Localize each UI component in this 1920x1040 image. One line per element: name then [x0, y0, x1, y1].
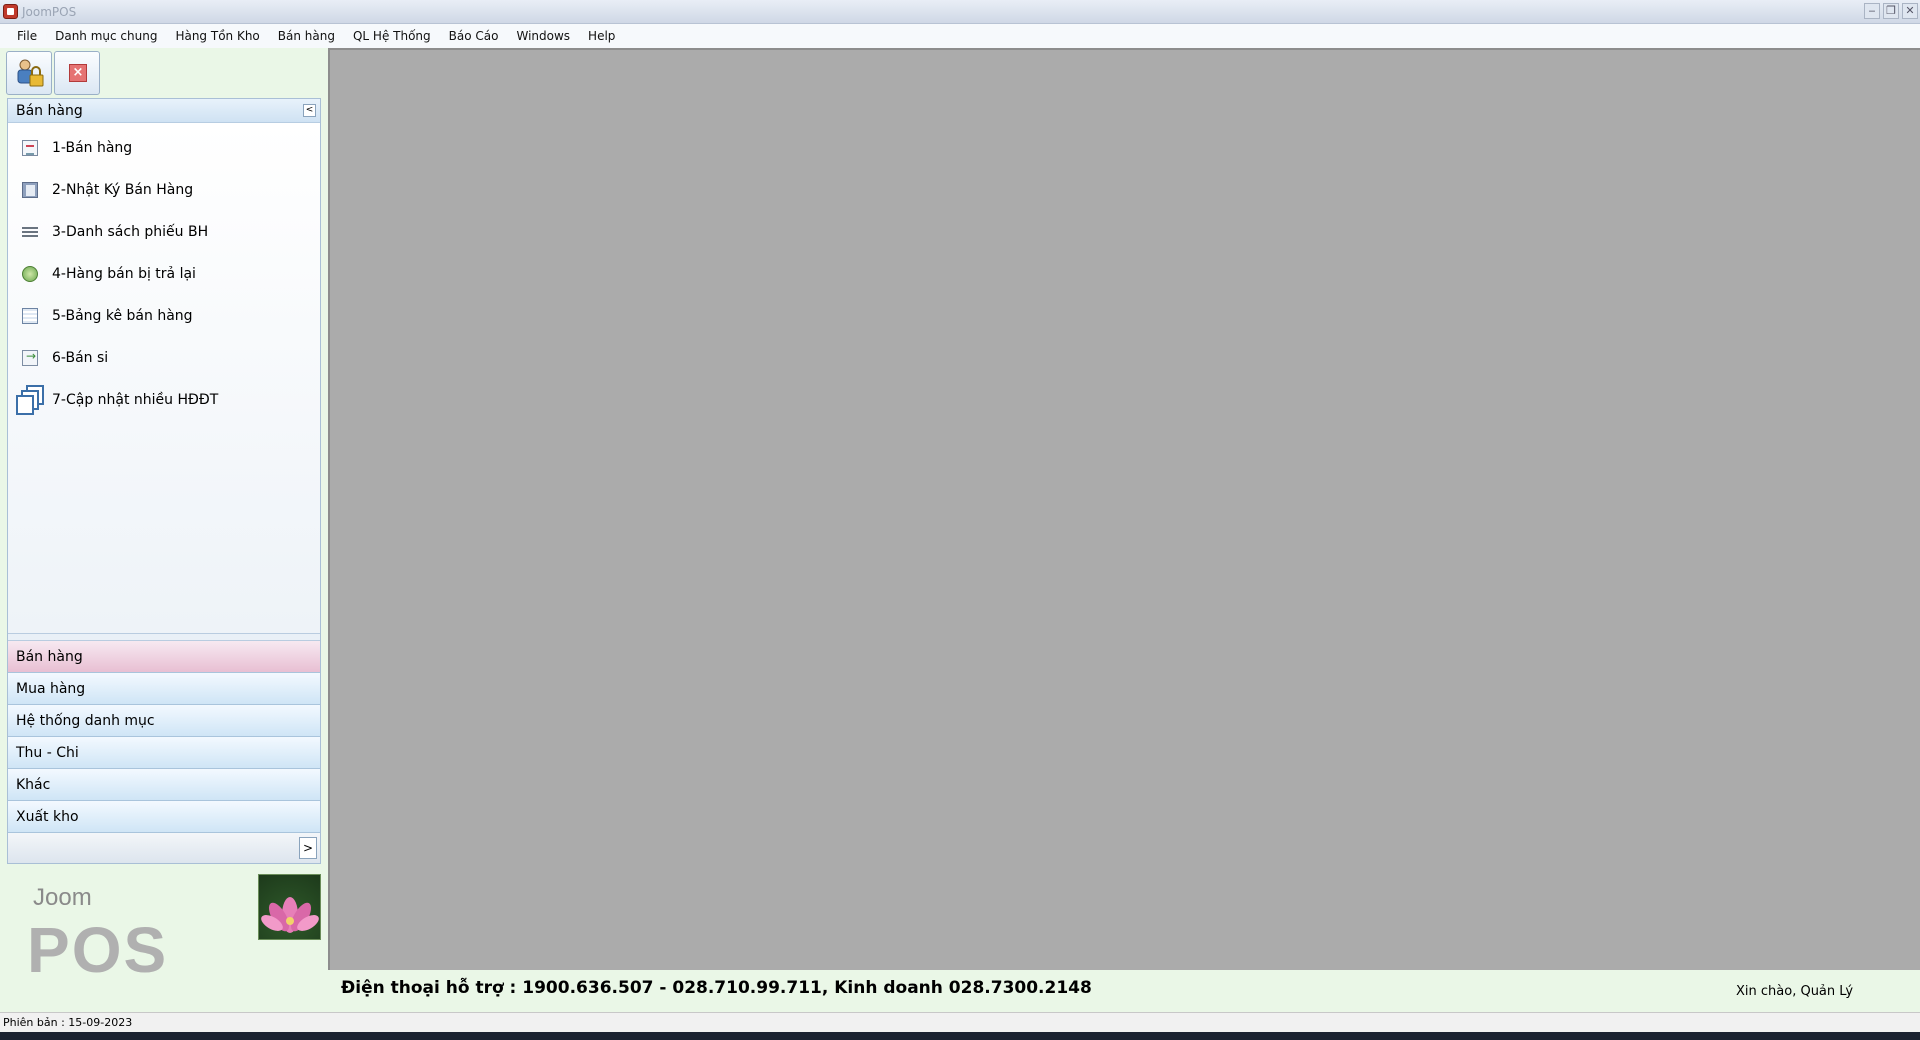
- toolbar: ×: [6, 51, 100, 95]
- support-phone-text: Điện thoại hỗ trợ : 1900.636.507 - 028.7…: [341, 978, 1092, 998]
- sidebar-item-label: 1-Bán hàng: [52, 140, 133, 156]
- version-text: Phiên bản : 15-09-2023: [3, 1016, 133, 1029]
- greeting-text: Xin chào, Quản Lý: [1736, 984, 1854, 999]
- wholesale-icon: [22, 349, 38, 366]
- sidebar-item-ban-hang[interactable]: 1-Bán hàng: [8, 127, 320, 169]
- journal-icon: [22, 182, 38, 198]
- list-icon: [22, 227, 38, 237]
- chevron-right-icon[interactable]: >: [299, 837, 317, 859]
- sidebar-item-label: 4-Hàng bán bị trả lại: [52, 266, 196, 282]
- menu-bao-cao[interactable]: Báo Cáo: [440, 24, 508, 48]
- title-bar: JoomPOS ‒ ❐ ✕: [0, 0, 1920, 24]
- sidebar-item-ban-si[interactable]: 6-Bán si: [8, 337, 320, 379]
- window-controls: ‒ ❐ ✕: [1864, 3, 1918, 19]
- sidebar-item-bang-ke[interactable]: 5-Bảng kê bán hàng: [8, 295, 320, 337]
- menu-ql-he-thong[interactable]: QL Hệ Thống: [344, 24, 440, 48]
- splitter[interactable]: [8, 633, 320, 641]
- nav-khac[interactable]: Khác: [8, 769, 320, 801]
- window-title: JoomPOS: [22, 5, 77, 19]
- multi-document-icon: [16, 385, 46, 415]
- menu-file[interactable]: File: [8, 24, 46, 48]
- sidebar-footer: >: [8, 833, 320, 863]
- lotus-image: [258, 874, 321, 940]
- sidebar-item-label: 2-Nhật Ký Bán Hàng: [52, 182, 194, 198]
- sidebar-item-list: 1-Bán hàng 2-Nhật Ký Bán Hàng 3-Danh sác…: [8, 123, 320, 633]
- app-icon: [3, 4, 18, 19]
- sidebar-item-label: 3-Danh sách phiếu BH: [52, 224, 209, 240]
- menu-windows[interactable]: Windows: [507, 24, 579, 48]
- menu-ban-hang[interactable]: Bán hàng: [269, 24, 344, 48]
- sidebar-item-label: 7-Cập nhật nhiều HĐĐT: [52, 392, 219, 408]
- logo-pos: POS: [27, 914, 169, 986]
- return-icon: [22, 266, 38, 282]
- mdi-workspace[interactable]: [328, 48, 1920, 970]
- nav-thu-chi[interactable]: Thu - Chi: [8, 737, 320, 769]
- sidebar-item-label: 6-Bán si: [52, 350, 109, 366]
- minimize-icon[interactable]: ‒: [1864, 3, 1880, 19]
- menu-bar: File Danh mục chung Hàng Tồn Kho Bán hàn…: [0, 24, 1920, 48]
- nav-mua-hang[interactable]: Mua hàng: [8, 673, 320, 705]
- sheet-icon: [22, 308, 38, 324]
- nav-ban-hang[interactable]: Bán hàng: [8, 641, 320, 673]
- nav-xuat-kho[interactable]: Xuất kho: [8, 801, 320, 833]
- sidebar-header: Bán hàng <: [8, 99, 320, 123]
- sidebar-item-danh-sach-phieu[interactable]: 3-Danh sách phiếu BH: [8, 211, 320, 253]
- lotus-flower-icon: [261, 897, 319, 933]
- sidebar: Bán hàng < 1-Bán hàng 2-Nhật Ký Bán Hàng…: [7, 98, 321, 864]
- lock-user-button[interactable]: [6, 51, 52, 95]
- user-lock-icon: [17, 59, 44, 87]
- restore-icon[interactable]: ❐: [1883, 3, 1899, 19]
- sidebar-item-label: 5-Bảng kê bán hàng: [52, 308, 193, 324]
- sidebar-item-nhat-ky[interactable]: 2-Nhật Ký Bán Hàng: [8, 169, 320, 211]
- sidebar-item-hang-tra-lai[interactable]: 4-Hàng bán bị trả lại: [8, 253, 320, 295]
- menu-help[interactable]: Help: [579, 24, 624, 48]
- chevron-left-icon[interactable]: <: [303, 104, 316, 117]
- logo-joom: Joom: [33, 884, 92, 911]
- sales-doc-icon: [22, 140, 38, 156]
- sidebar-section-title: Bán hàng: [16, 103, 83, 119]
- exit-button[interactable]: ×: [54, 51, 100, 95]
- close-icon[interactable]: ✕: [1902, 3, 1918, 19]
- sidebar-item-cap-nhat-hddt[interactable]: 7-Cập nhật nhiều HĐĐT: [8, 379, 320, 421]
- nav-he-thong-danh-muc[interactable]: Hệ thống danh mục: [8, 705, 320, 737]
- taskbar-strip: [0, 1032, 1920, 1040]
- close-icon: ×: [69, 64, 87, 82]
- status-bar: Phiên bản : 15-09-2023: [0, 1012, 1920, 1032]
- menu-hang-ton-kho[interactable]: Hàng Tồn Kho: [166, 24, 268, 48]
- menu-danh-muc-chung[interactable]: Danh mục chung: [46, 24, 166, 48]
